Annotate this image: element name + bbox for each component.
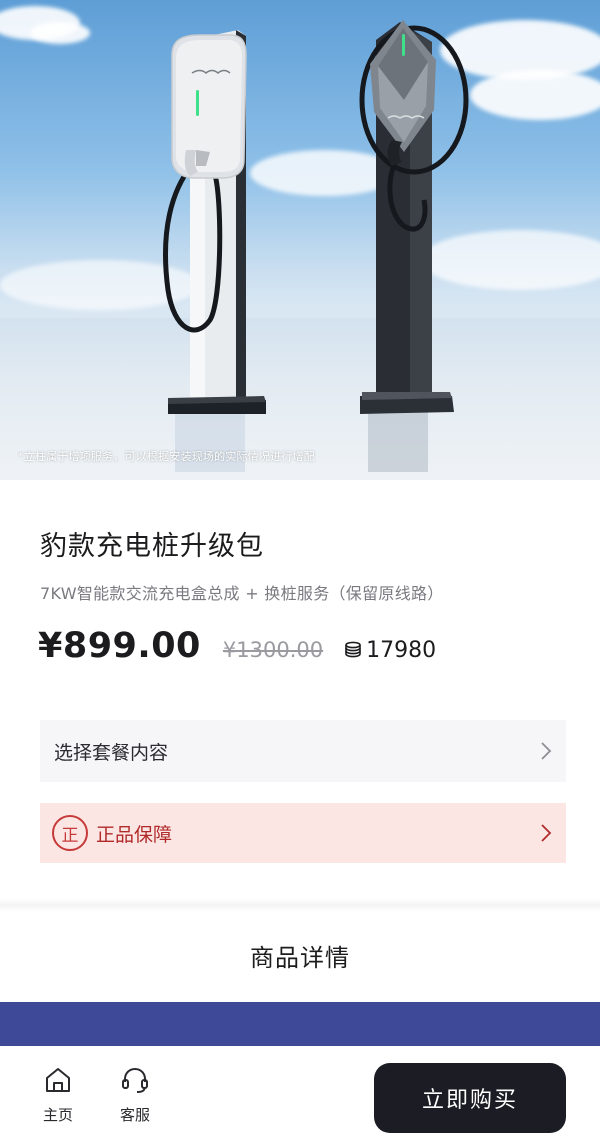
price-row: ¥899.00 ¥1300.00 17980 bbox=[38, 626, 436, 676]
home-icon bbox=[46, 1068, 70, 1092]
charging-stations-illustration bbox=[163, 20, 469, 472]
chevron-right-icon bbox=[541, 824, 552, 842]
authentic-badge-icon: 正 bbox=[52, 815, 88, 851]
headset-icon bbox=[122, 1067, 148, 1093]
authentic-label: 正品保障 bbox=[96, 823, 173, 846]
coin-price: 17980 bbox=[343, 637, 436, 663]
tab-service-label: 客服 bbox=[119, 1106, 150, 1124]
white-charger bbox=[163, 30, 266, 414]
authentic-guarantee-row[interactable]: 正 正品保障 bbox=[40, 803, 566, 863]
coin-value: 17980 bbox=[366, 638, 437, 663]
product-title: 豹款充电桩升级包 bbox=[40, 531, 264, 562]
product-details-heading: 商品详情 bbox=[250, 944, 350, 972]
tab-home-label: 主页 bbox=[42, 1106, 73, 1124]
tab-home[interactable]: 主页 bbox=[30, 1064, 86, 1125]
hero-disclaimer: *立柱属于增项服务，可以根据安装现场的实际情况进行增配 bbox=[18, 450, 315, 463]
select-package-label: 选择套餐内容 bbox=[54, 741, 169, 764]
chevron-right-icon bbox=[541, 742, 552, 760]
dark-charger bbox=[359, 20, 469, 414]
bottom-action-bar: 主页 客服 立即购买 bbox=[0, 1046, 600, 1148]
product-hero-image: *立柱属于增项服务，可以根据安装现场的实际情况进行增配 bbox=[0, 0, 600, 480]
product-info-panel: 豹款充电桩升级包 7KW智能款交流充电盒总成 + 换桩服务（保留原线路） ¥89… bbox=[0, 480, 600, 1046]
product-subtitle: 7KW智能款交流充电盒总成 + 换桩服务（保留原线路） bbox=[40, 584, 444, 603]
original-price: ¥1300.00 bbox=[222, 638, 324, 662]
buy-now-button[interactable]: 立即购买 bbox=[374, 1063, 566, 1133]
details-banner bbox=[0, 1002, 600, 1046]
section-divider bbox=[0, 898, 600, 912]
select-package-row[interactable]: 选择套餐内容 bbox=[40, 720, 566, 782]
tab-customer-service[interactable]: 客服 bbox=[107, 1064, 163, 1125]
coin-stack-icon bbox=[345, 641, 361, 658]
current-price: ¥899.00 bbox=[38, 626, 201, 666]
